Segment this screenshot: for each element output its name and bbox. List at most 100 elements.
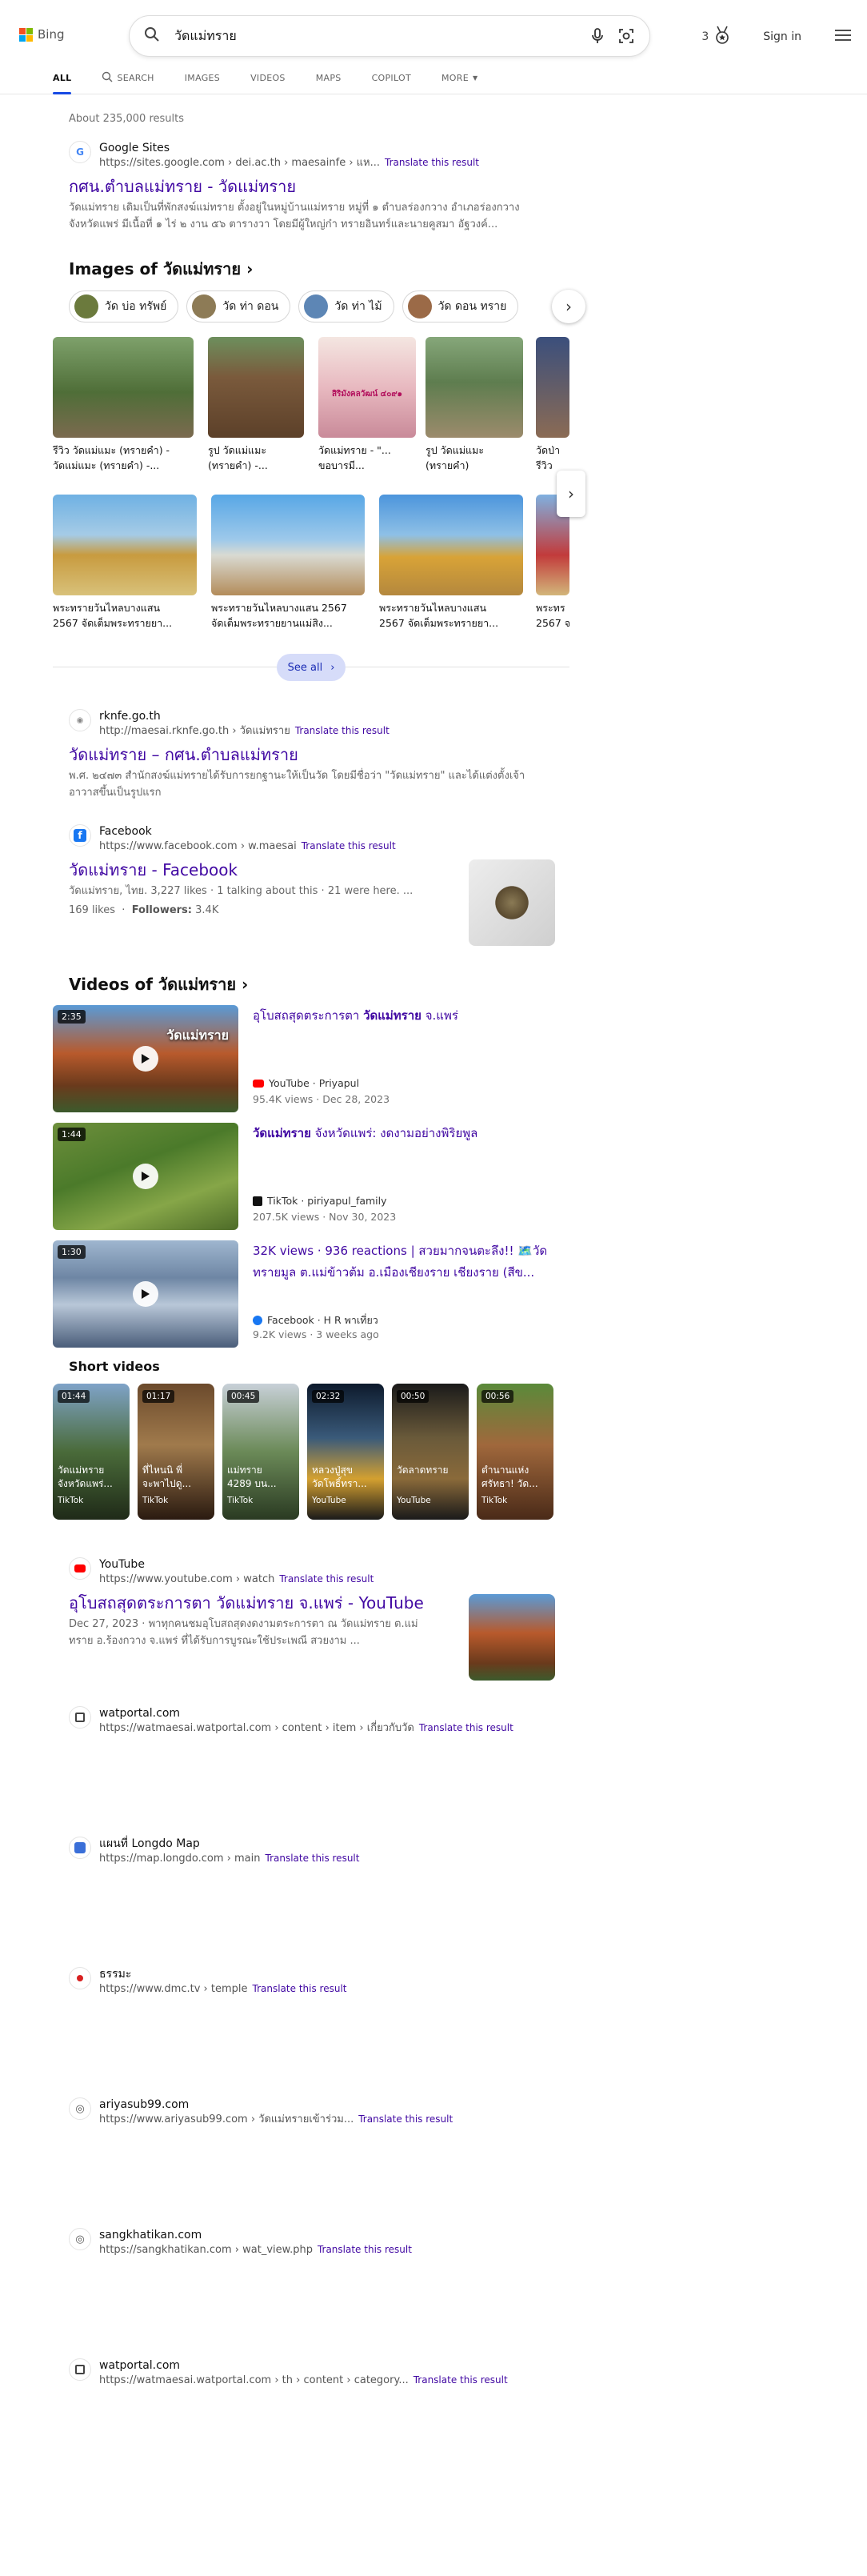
tab-videos[interactable]: VIDEOS — [250, 69, 286, 86]
tab-copilot[interactable]: COPILOT — [372, 69, 411, 86]
video-duration: 01:17 — [142, 1390, 175, 1403]
translate-link[interactable]: Translate this result — [295, 725, 390, 736]
image-result[interactable]: สิริมังคลวัฒน์ ๔๐๙๑ วัดแม่ทราย - "... ขอบ… — [318, 337, 416, 473]
image-result[interactable]: รูป วัดแม่แมะ (ทรายคำ) -... — [208, 337, 304, 473]
image-thumbnail — [53, 337, 194, 438]
video-result[interactable]: 1:30 32K views · 936 reactions | สวยมากจ… — [53, 1240, 565, 1348]
image-result[interactable]: พระทรายวันไหลบางแสน 2567 จัดเต็มพระทรายยา… — [379, 495, 523, 631]
sign-in-button[interactable]: Sign in — [763, 30, 801, 43]
short-video[interactable]: 01:44 วัดแม่ทราย จังหวัดแพร่... TikTok — [53, 1384, 130, 1520]
video-title[interactable]: วัดแม่ทราย จังหวัดแพร่: งดงามอย่างพิริยพ… — [253, 1123, 565, 1144]
image-result[interactable]: พระทรายวันไหลบางแสน 2567 จัดเต็มพระทรายยา… — [211, 495, 365, 631]
result-source[interactable]: rknfe.go.th — [99, 709, 390, 723]
see-all-images-button[interactable]: See all › — [277, 654, 346, 681]
result-snippet: พ.ศ. ๒๔๗๓ สำนักสงฆ์แม่ทรายได้รับการยกฐาน… — [69, 767, 557, 801]
short-title: วัดลาดทราย — [397, 1464, 449, 1476]
images-heading[interactable]: Images of วัดแม่ทราย › — [69, 256, 253, 282]
image-thumbnail — [536, 337, 569, 438]
image-overlay-text: สิริมังคลวัฒน์ ๔๐๙๑ — [331, 390, 403, 399]
image-pill[interactable]: วัด ท่า ดอน — [186, 290, 291, 323]
translate-link[interactable]: Translate this result — [253, 1983, 347, 1994]
chevron-right-icon: › — [565, 297, 572, 316]
result-title[interactable]: กศน.ตำบลแม่ทราย - วัดแม่ทราย — [69, 175, 557, 198]
image-caption: วัดแม่ทราย - "... ขอบารมี... — [318, 444, 391, 471]
tab-all[interactable]: ALL — [53, 69, 72, 94]
image-result[interactable]: พระทรายวันไหลบางแสน 2567 จัดเต็มพระทรายยา… — [53, 495, 197, 631]
video-title[interactable]: 32K views · 936 reactions | สวยมากจนตะลึ… — [253, 1240, 565, 1284]
translate-link[interactable]: Translate this result — [385, 157, 479, 168]
video-meta: 95.4K views · Dec 28, 2023 — [253, 1093, 390, 1105]
video-thumbnail[interactable]: 1:44 — [53, 1123, 238, 1230]
tab-images[interactable]: IMAGES — [185, 69, 220, 86]
result-url[interactable]: https://www.ariyasub99.com › วัดแม่ทรายเ… — [99, 2113, 354, 2125]
image-thumbnail: สิริมังคลวัฒน์ ๔๐๙๑ — [318, 337, 416, 438]
result-url[interactable]: https://sangkhatikan.com › wat_view.php — [99, 2244, 313, 2256]
image-pill[interactable]: วัด ท่า ไม้ — [298, 290, 394, 323]
result-source[interactable]: sangkhatikan.com — [99, 2228, 412, 2242]
result-source[interactable]: แผนที่ Longdo Map — [99, 1837, 359, 1851]
video-result[interactable]: 2:35 วัดแม่ทราย อุโบสถสุดตระการตา วัดแม่… — [53, 1005, 565, 1112]
short-video[interactable]: 00:45 แม่ทราย 4289 บน... TikTok — [222, 1384, 299, 1520]
videos-heading[interactable]: Videos of วัดแม่ทราย › — [69, 972, 248, 997]
search-box[interactable]: วัดแม่ทราย — [130, 16, 649, 56]
visual-search-icon[interactable] — [617, 27, 635, 45]
image-pill[interactable]: วัด บ่อ ทรัพย์ — [69, 290, 179, 323]
short-video[interactable]: 01:17 ที่ไหนนิ พี่ จะพาไปดู... TikTok — [138, 1384, 214, 1520]
short-source: YouTube — [397, 1496, 431, 1505]
tab-more[interactable]: MORE ▼ — [441, 69, 477, 86]
short-video[interactable]: 00:50 วัดลาดทราย YouTube — [392, 1384, 469, 1520]
result-url[interactable]: http://maesai.rknfe.go.th › วัดแม่ทราย — [99, 725, 290, 737]
translate-link[interactable]: Translate this result — [302, 840, 396, 851]
images-next-button[interactable]: › — [557, 471, 585, 517]
video-duration: 00:45 — [227, 1390, 260, 1403]
facebook-result-thumbnail[interactable] — [469, 859, 555, 946]
youtube-result-thumbnail[interactable] — [469, 1594, 555, 1681]
result-url[interactable]: https://map.longdo.com › main — [99, 1853, 261, 1865]
microphone-icon[interactable] — [589, 27, 606, 45]
video-thumbnail[interactable]: 2:35 วัดแม่ทราย — [53, 1005, 238, 1112]
image-result[interactable]: รีวิว วัดแม่แมะ (ทรายคำ) - วัดแม่แมะ (ทรา… — [53, 337, 194, 473]
translate-link[interactable]: Translate this result — [358, 2113, 453, 2125]
result-url[interactable]: https://sites.google.com › dei.ac.th › m… — [99, 157, 380, 169]
result-source[interactable]: watportal.com — [99, 1706, 513, 1721]
translate-link[interactable]: Translate this result — [266, 1853, 360, 1864]
hamburger-menu-icon[interactable] — [835, 29, 851, 45]
result-source[interactable]: Google Sites — [99, 141, 479, 155]
video-duration: 02:32 — [312, 1390, 345, 1403]
translate-link[interactable]: Translate this result — [318, 2244, 412, 2255]
video-result[interactable]: 1:44 วัดแม่ทราย จังหวัดแพร่: งดงามอย่างพ… — [53, 1123, 565, 1230]
image-result[interactable]: วัดป่า รีวิว — [536, 337, 569, 473]
short-video[interactable]: 00:56 ตำนานแห่ง ศรัทธา! วัด... TikTok — [477, 1384, 553, 1520]
result-url[interactable]: https://www.facebook.com › w.maesai — [99, 840, 297, 852]
video-thumbnail[interactable]: 1:30 — [53, 1240, 238, 1348]
image-caption: พระทรายวันไหลบางแสน 2567 จัดเต็มพระทรายยา… — [379, 602, 499, 629]
short-video[interactable]: 02:32 หลวงปู่สุข วัดโพธิ์ทรา... YouTube — [307, 1384, 384, 1520]
result-source[interactable]: ariyasub99.com — [99, 2097, 453, 2112]
rewards-count[interactable]: 3 — [701, 30, 709, 43]
tab-search[interactable]: SEARCH — [102, 69, 154, 86]
snippet-line: อาวาสขึ้นเป็นรูปแรก — [69, 787, 162, 799]
bing-logo[interactable]: Bing — [19, 27, 65, 42]
result-title[interactable]: วัดแม่ทราย – กศน.ตำบลแม่ทราย — [69, 743, 557, 766]
pills-next-button[interactable]: › — [552, 290, 585, 323]
image-pill[interactable]: วัด ดอน ทราย — [402, 290, 519, 323]
result-url[interactable]: https://www.youtube.com › watch — [99, 1573, 274, 1585]
result-url[interactable]: https://www.dmc.tv › temple — [99, 1983, 248, 1995]
result-url[interactable]: https://watmaesai.watportal.com › conten… — [99, 1722, 414, 1734]
result-url[interactable]: https://watmaesai.watportal.com › th › c… — [99, 2374, 409, 2386]
result-source[interactable]: watportal.com — [99, 2358, 508, 2373]
image-result[interactable]: รูป วัดแม่แมะ (ทรายคำ) — [426, 337, 523, 473]
video-title[interactable]: อุโบสถสุดตระการตา วัดแม่ทราย จ.แพร่ — [253, 1005, 565, 1027]
result-source[interactable]: YouTube — [99, 1557, 374, 1572]
tab-maps[interactable]: MAPS — [316, 69, 342, 86]
translate-link[interactable]: Translate this result — [279, 1573, 374, 1584]
image-thumbnail — [379, 495, 523, 595]
header-right: 3 Sign in — [701, 26, 851, 48]
translate-link[interactable]: Translate this result — [419, 1722, 513, 1733]
search-result-simple: watportal.com https://watmaesai.watporta… — [69, 1706, 513, 1736]
translate-link[interactable]: Translate this result — [414, 2374, 508, 2386]
search-input[interactable]: วัดแม่ทราย — [174, 26, 577, 46]
rewards-medal-icon[interactable] — [713, 26, 731, 48]
result-source[interactable]: Facebook — [99, 824, 396, 839]
result-source[interactable]: ธรรมะ — [99, 1967, 346, 1981]
